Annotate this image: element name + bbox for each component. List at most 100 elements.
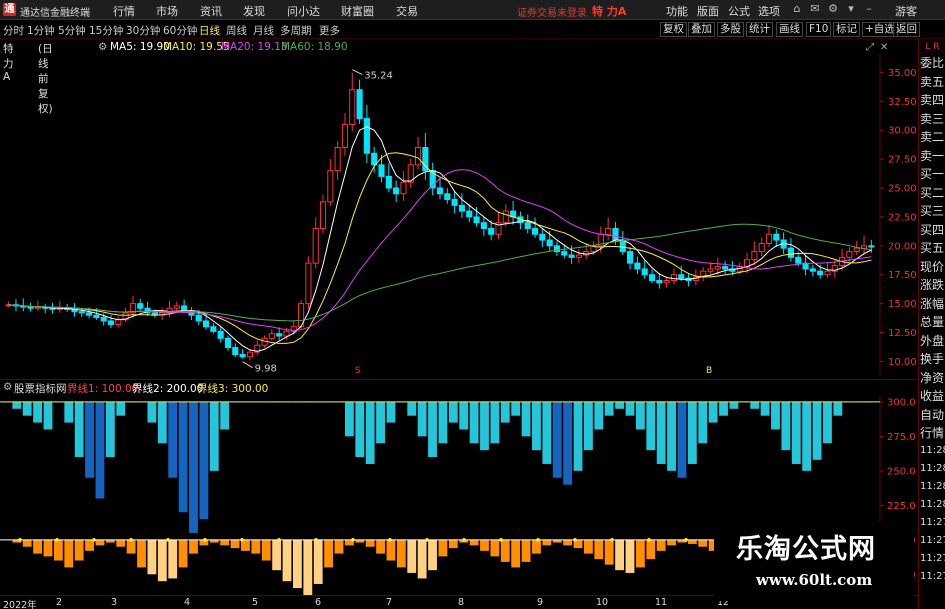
menu-news[interactable]: 资讯 [200, 3, 222, 19]
menu-market[interactable]: 市场 [156, 3, 178, 19]
indicator-orange-bar [282, 539, 292, 582]
side-item[interactable]: 买五 [920, 239, 945, 256]
message-icon[interactable]: ✉ [808, 2, 822, 16]
menu-options[interactable]: 选项 [758, 3, 780, 19]
indicator-settings-icon[interactable]: ⚙ [3, 381, 12, 393]
side-item[interactable]: 买四 [920, 221, 945, 238]
side-item[interactable]: 卖四 [920, 91, 945, 108]
stats-button[interactable]: 统计 [746, 22, 773, 37]
indicator-orange-bar [646, 539, 656, 560]
indicator-blue-bar [386, 401, 396, 423]
period-monthly[interactable]: 月线 [253, 23, 274, 38]
mark-button[interactable]: 标记 [833, 22, 860, 37]
side-item[interactable]: 行情 [920, 424, 945, 441]
side-item[interactable]: 自动 [920, 406, 945, 423]
side-item[interactable]: 涨幅 [920, 295, 945, 312]
candle-body [524, 222, 531, 229]
candle-body [451, 199, 458, 206]
settings-icon[interactable]: ⚙ [826, 2, 840, 16]
multi-stock-button[interactable]: 多股 [717, 22, 744, 37]
menu-layout[interactable]: 版面 [697, 3, 719, 19]
back-button[interactable]: 返回 [893, 22, 920, 37]
indicator-orange-bar [625, 539, 635, 573]
indicator-blue-bar [85, 401, 94, 478]
indicator-orange-bar [417, 539, 427, 579]
side-item[interactable]: 卖一 [920, 147, 945, 164]
side-item[interactable]: 卖三 [920, 110, 945, 127]
candle-body [458, 204, 465, 212]
indicator-blue-bar [635, 401, 645, 430]
indicator-orange-bar [303, 539, 313, 595]
user-status[interactable]: 游客 [895, 3, 917, 19]
indicator-orange-bar [74, 539, 84, 561]
indicator-blue-bar [677, 401, 687, 478]
menu-functions[interactable]: 功能 [666, 3, 688, 19]
side-item[interactable]: 买二 [920, 184, 945, 201]
side-item[interactable]: 涨跌 [920, 276, 945, 293]
candle-body [137, 303, 144, 309]
high-pointer [352, 69, 363, 76]
indicator-blue-bar [750, 401, 760, 409]
reference-dot [499, 538, 503, 542]
period-multi[interactable]: 多周期 [280, 23, 312, 38]
side-item[interactable]: 委比 [920, 54, 945, 71]
indicator-orange-bar [687, 539, 697, 544]
notification-icon[interactable]: ⌂ [790, 2, 804, 16]
candle-body [707, 268, 714, 272]
y-tick-label: 17.50 [888, 270, 917, 281]
expand-icon[interactable]: ⤢ [866, 42, 874, 53]
login-status[interactable]: 证券交易未登录 [517, 4, 587, 19]
indicator-orange-bar [272, 539, 282, 571]
price-chart[interactable]: 35.00 32.50 30.00 27.50 25.00 22.50 20.00 17.50… [0, 55, 918, 375]
side-item[interactable]: 收益 [920, 387, 945, 404]
side-item[interactable]: 现价 [920, 258, 945, 275]
indicator-blue-bar [43, 401, 53, 430]
overlay-button[interactable]: 叠加 [688, 22, 715, 37]
candle-body [860, 245, 868, 249]
menu-quotes[interactable]: 行情 [113, 3, 135, 19]
period-daily[interactable]: 日线 [199, 23, 220, 38]
side-item[interactable]: 总量 [920, 313, 945, 330]
chevron-down-icon[interactable]: ▾ [844, 2, 858, 16]
indicator-orange-bar [396, 539, 406, 568]
indicator-orange-bar [95, 539, 105, 546]
candle-body [787, 247, 794, 258]
settings-gear-icon[interactable]: ⚙ [98, 41, 107, 53]
minimize-icon[interactable]: – [862, 2, 876, 16]
indicator-orange-bar [511, 539, 521, 568]
period-60min[interactable]: 60分钟 [163, 23, 197, 38]
period-5min[interactable]: 5分钟 [58, 23, 86, 38]
period-15min[interactable]: 15分钟 [89, 23, 123, 38]
watermark-title: 乐淘公式网 [736, 534, 876, 565]
candle-body [385, 175, 392, 189]
reference-dot [203, 538, 207, 542]
close-icon[interactable]: ✕ [880, 42, 888, 53]
candle-body [78, 311, 85, 314]
period-more[interactable]: 更多 [319, 23, 340, 38]
side-item[interactable]: 净资 [920, 369, 945, 386]
side-item[interactable]: 卖二 [920, 128, 945, 145]
side-panel: L R 委比 卖五 卖四 卖三 卖二 卖一 买一 买二 买三 买四 买五 现价 涨跌 涨幅 总量 外盘 换手 净资… [918, 40, 945, 609]
side-item[interactable]: 买三 [920, 202, 945, 219]
draw-button[interactable]: 画线 [776, 22, 803, 37]
candle-body [86, 312, 93, 316]
menu-discover[interactable]: 发现 [243, 3, 265, 19]
period-weekly[interactable]: 周线 [226, 23, 247, 38]
candle-body [246, 351, 253, 358]
period-1min[interactable]: 1分钟 [27, 23, 55, 38]
menu-trade[interactable]: 交易 [396, 3, 418, 19]
indicator-blue-bar [719, 401, 728, 416]
f10-button[interactable]: F10 [806, 22, 832, 37]
menu-wealth[interactable]: 财富圈 [341, 3, 374, 19]
menu-ask[interactable]: 问小达 [287, 3, 320, 19]
watermark-url: www.60lt.com [756, 571, 873, 589]
period-tick[interactable]: 分时 [3, 23, 24, 38]
menu-formula[interactable]: 公式 [728, 3, 750, 19]
side-item[interactable]: 买一 [920, 165, 945, 182]
side-item[interactable]: 卖五 [920, 73, 945, 90]
side-item[interactable]: 外盘 [920, 332, 945, 349]
side-item[interactable]: 换手 [920, 350, 945, 367]
period-30min[interactable]: 30分钟 [126, 23, 160, 38]
ma5-label: MA5: 19.90 [110, 41, 170, 53]
adjust-button[interactable]: 复权 [660, 22, 687, 37]
